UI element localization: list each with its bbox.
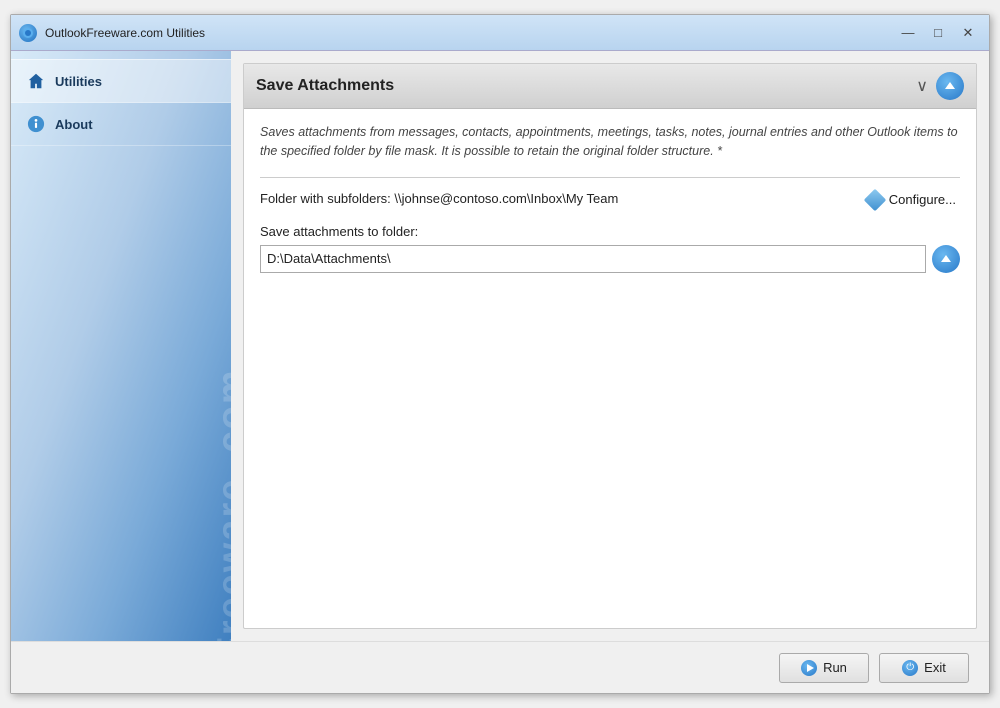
exit-label: Exit — [924, 660, 946, 675]
run-button[interactable]: Run — [779, 653, 869, 683]
title-bar: OutlookFreeware.com Utilities — □ ✕ — [11, 15, 989, 51]
save-folder-input[interactable] — [260, 245, 926, 273]
run-label: Run — [823, 660, 847, 675]
card-description: Saves attachments from messages, contact… — [260, 123, 960, 161]
minimize-button[interactable]: — — [895, 22, 921, 44]
save-folder-label: Save attachments to folder: — [260, 224, 960, 239]
main-area: Utilities About Outlook Freeware .com — [11, 51, 989, 641]
sidebar-watermark: Outlook Freeware .com — [211, 368, 231, 641]
main-window: OutlookFreeware.com Utilities — □ ✕ Util… — [10, 14, 990, 694]
sidebar: Utilities About Outlook Freeware .com — [11, 51, 231, 641]
card-header-up-button[interactable] — [936, 72, 964, 100]
close-button[interactable]: ✕ — [955, 22, 981, 44]
exit-icon: ⏻ — [902, 660, 918, 676]
card-title: Save Attachments — [256, 77, 916, 95]
home-icon — [25, 70, 47, 92]
folder-input-row — [260, 245, 960, 273]
card-header: Save Attachments ∨ — [244, 64, 976, 109]
footer: Run ⏻ Exit — [11, 641, 989, 693]
folder-row: Folder with subfolders: \\johnse@contoso… — [260, 190, 960, 210]
window-controls: — □ ✕ — [895, 22, 981, 44]
maximize-button[interactable]: □ — [925, 22, 951, 44]
folder-browse-button[interactable] — [932, 245, 960, 273]
run-icon — [801, 660, 817, 676]
info-icon — [25, 113, 47, 135]
save-folder-section: Save attachments to folder: — [260, 224, 960, 273]
folder-with-subfolders-text: Folder with subfolders: \\johnse@contoso… — [260, 190, 851, 208]
configure-label: Configure... — [889, 192, 956, 207]
diamond-icon — [863, 188, 886, 211]
app-icon — [19, 24, 37, 42]
window-title: OutlookFreeware.com Utilities — [45, 26, 895, 40]
sidebar-nav: Utilities About — [11, 51, 231, 154]
content-panel: Save Attachments ∨ Saves attachments fro… — [231, 51, 989, 641]
card: Save Attachments ∨ Saves attachments fro… — [243, 63, 977, 629]
sidebar-item-about[interactable]: About — [11, 103, 231, 146]
exit-button[interactable]: ⏻ Exit — [879, 653, 969, 683]
sidebar-item-utilities[interactable]: Utilities — [11, 59, 231, 103]
sidebar-utilities-label: Utilities — [55, 74, 102, 89]
sidebar-about-label: About — [55, 117, 93, 132]
card-body: Saves attachments from messages, contact… — [244, 109, 976, 628]
divider — [260, 177, 960, 178]
configure-button[interactable]: Configure... — [863, 190, 960, 210]
chevron-down-icon: ∨ — [916, 76, 928, 96]
